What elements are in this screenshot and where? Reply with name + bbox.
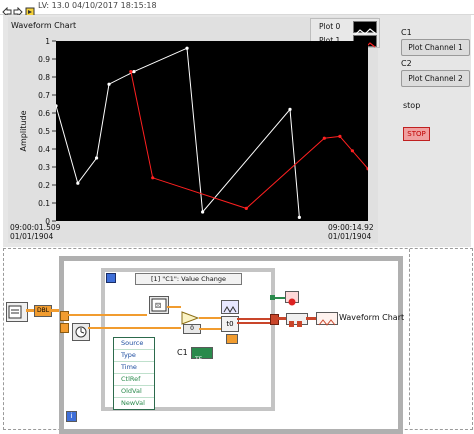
toolbar: LV: 13.0 04/10/2017 18:15:18: [0, 0, 474, 18]
y-tick-label: 0.2: [38, 181, 50, 190]
while-loop[interactable]: [1] "C1": Value Change Source Type Time …: [59, 256, 405, 434]
y-tick-label: 0.5: [38, 127, 50, 136]
series-line-0: [56, 47, 300, 218]
y-tick-label: 0.3: [38, 163, 50, 172]
version-label: LV: 13.0 04/10/2017 18:15:18: [38, 1, 157, 10]
y-tick-label: 0.4: [38, 145, 50, 154]
series-line-1: [130, 71, 368, 209]
svg-text:⚄: ⚄: [155, 302, 161, 310]
data-point-series-0: [76, 181, 80, 185]
data-point-series-1: [322, 136, 326, 140]
wire: [237, 318, 271, 320]
y-axis-label: Amplitude: [19, 110, 28, 151]
wire: [237, 322, 271, 324]
build-array-icon[interactable]: [286, 313, 308, 327]
wire: [26, 309, 34, 312]
wire: [199, 317, 221, 319]
y-tick-label: 1: [45, 37, 50, 46]
event-timeout-icon[interactable]: [106, 273, 116, 283]
event-field-ctlref[interactable]: CtlRef: [114, 374, 154, 386]
front-panel: Waveform Chart Plot 0 Plot 1 Amplitude 0…: [3, 15, 471, 247]
c1-terminal-icon[interactable]: TF: [191, 347, 213, 363]
waveform-chart[interactable]: Waveform Chart Plot 0 Plot 1 Amplitude 0…: [8, 17, 380, 243]
data-point-series-0: [201, 210, 205, 214]
timestamp-node-icon[interactable]: [6, 302, 28, 322]
plot-canvas: [56, 46, 368, 219]
c1-label: C1: [401, 28, 412, 37]
c2-label: C2: [401, 59, 412, 68]
shift-register-left[interactable]: [60, 311, 69, 321]
waveform-chart-terminal-label: Waveform Chart: [339, 313, 405, 322]
waveform-chart-terminal-icon[interactable]: [316, 312, 338, 326]
wire: [101, 327, 181, 329]
x-end-label: 09:00:14.92 01/01/1904: [328, 223, 374, 241]
event-field-time[interactable]: Time: [114, 362, 154, 374]
svg-text:TF: TF: [194, 356, 203, 363]
x-end-time: 09:00:14.92: [328, 223, 374, 232]
x-start-label: 09:00:01.509 01/01/1904: [10, 223, 60, 241]
x-start-date: 01/01/1904: [10, 232, 54, 241]
plot-channel-2-button[interactable]: Plot Channel 2: [401, 70, 470, 87]
stop-button[interactable]: STOP: [403, 127, 430, 141]
iteration-terminal[interactable]: i: [66, 411, 77, 422]
data-point-series-1: [350, 149, 354, 153]
random-number-node-icon[interactable]: ⚄: [149, 296, 169, 314]
y-tick-group: 00.10.20.30.40.50.60.70.80.91: [38, 37, 56, 226]
data-point-series-0: [107, 82, 111, 86]
y-tick-label: 0.6: [38, 109, 50, 118]
wire: [67, 314, 104, 316]
plot-area[interactable]: [56, 41, 368, 221]
data-point-series-1: [129, 70, 133, 74]
wire: [199, 328, 221, 330]
event-field-source[interactable]: Source: [114, 338, 154, 350]
timer-node-icon[interactable]: [72, 323, 90, 341]
event-field-type[interactable]: Type: [114, 350, 154, 362]
orange-node[interactable]: [226, 334, 238, 344]
y-tick-label: 0.8: [38, 73, 50, 82]
wire: [277, 317, 286, 320]
event-data-node[interactable]: Source Type Time CtlRef OldVal NewVal: [113, 337, 155, 410]
event-field-newval[interactable]: NewVal: [114, 398, 154, 409]
diagram-divider: [409, 249, 410, 425]
data-point-series-0: [132, 70, 136, 74]
event-structure[interactable]: [1] "C1": Value Change Source Type Time …: [101, 268, 275, 411]
data-point-series-0: [297, 215, 301, 219]
data-point-series-1: [151, 176, 155, 180]
wire: [101, 314, 147, 316]
plot-channel-1-button[interactable]: Plot Channel 1: [401, 39, 470, 56]
x-start-time: 09:00:01.509: [10, 223, 61, 232]
y-tick-label: 0.7: [38, 91, 50, 100]
event-case-selector[interactable]: [1] "C1": Value Change: [135, 273, 242, 285]
run-arrow-icon[interactable]: [13, 2, 23, 18]
wire: [275, 297, 285, 299]
event-field-oldval[interactable]: OldVal: [114, 386, 154, 398]
y-tick-label: 0.1: [38, 199, 50, 208]
c1-terminal-label: C1: [177, 348, 188, 357]
wire: [306, 317, 316, 320]
data-point-series-0: [94, 156, 99, 160]
y-tick-label: 0.9: [38, 55, 50, 64]
debug-icon[interactable]: [25, 2, 35, 17]
data-point-series-0: [288, 107, 292, 111]
wire: [167, 306, 181, 308]
shift-register-left-2[interactable]: [60, 323, 69, 333]
data-point-series-0: [185, 46, 189, 50]
arrow-run-icon[interactable]: [2, 2, 12, 18]
waveform-icon[interactable]: [221, 300, 239, 314]
data-point-series-1: [338, 134, 342, 138]
data-point-series-1: [244, 206, 248, 210]
stop-terminal-icon[interactable]: [285, 291, 299, 306]
x-end-date: 01/01/1904: [328, 232, 372, 241]
stop-label: stop: [403, 101, 421, 110]
block-diagram: DBL [1] "C1": Value Change Source Type T…: [3, 248, 473, 434]
data-point-series-0: [56, 104, 58, 108]
